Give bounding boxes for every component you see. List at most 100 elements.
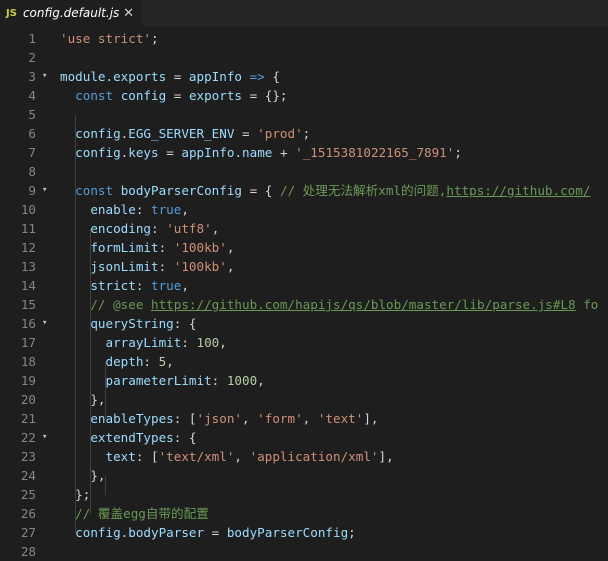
code-token: EGG_SERVER_ENV [128, 126, 235, 141]
line-number: 3 [28, 69, 36, 84]
code-text: queryString: { [60, 314, 197, 333]
code-token: { [264, 69, 280, 84]
code-token: module [60, 69, 106, 84]
fold-chevron-icon[interactable]: ▾ [42, 314, 47, 333]
code-text: const bodyParserConfig = { // 处理无法解析xml的… [60, 181, 590, 200]
code-text: formLimit: '100kb', [60, 238, 234, 257]
code-line[interactable]: 3 ▾ module.exports = appInfo => { [0, 67, 608, 86]
code-line[interactable]: 16 ▾ queryString: { [0, 314, 608, 333]
code-line[interactable]: 4 const config = exports = {}; [0, 86, 608, 105]
code-token: // 处理无法解析xml的问题, [279, 183, 447, 198]
code-text: // 覆盖egg自带的配置 [60, 504, 209, 523]
code-line[interactable]: 2 [0, 48, 608, 67]
line-number: 27 [20, 525, 36, 540]
code-line[interactable]: 28 [0, 542, 608, 561]
code-token: bodyParserConfig [120, 183, 243, 198]
code-line[interactable]: 25 }; [0, 485, 608, 504]
code-line[interactable]: 10 enable: true, [0, 200, 608, 219]
code-text: config.keys = appInfo.name + '_151538102… [60, 143, 462, 162]
code-line[interactable]: 21 enableTypes: ['json', 'form', 'text']… [0, 409, 608, 428]
line-number: 25 [20, 487, 36, 502]
line-number: 5 [28, 107, 36, 122]
code-token: depth [105, 354, 144, 369]
code-token: }, [60, 468, 106, 483]
code-token: , [234, 449, 250, 464]
code-line[interactable]: 27 config.bodyParser = bodyParserConfig; [0, 523, 608, 542]
code-token: ], [378, 449, 394, 464]
code-token: 'json' [196, 411, 243, 426]
code-token: queryString [90, 316, 174, 331]
code-token: keys [128, 145, 159, 160]
javascript-file-icon: JS [6, 7, 17, 19]
line-number: 21 [20, 411, 36, 426]
code-token: enable [90, 202, 136, 217]
code-line[interactable]: 9 ▾ const bodyParserConfig = { // 处理无法解析x… [0, 181, 608, 200]
code-text: }, [60, 466, 106, 485]
code-line[interactable]: 18 depth: 5, [0, 352, 608, 371]
url-link[interactable]: https://github.com/ [446, 183, 590, 198]
code-editor[interactable]: 1'use strict'; 2 3 ▾ module.exports = appInf… [0, 27, 608, 560]
editor-tab-config-default-js[interactable]: JS config.default.js ✕ [0, 0, 142, 26]
code-token: // 覆盖egg自带的配置 [75, 506, 209, 521]
code-line[interactable]: 5 [0, 105, 608, 124]
code-token: , [181, 202, 189, 217]
code-line[interactable]: 6 config.EGG_SERVER_ENV = 'prod'; [0, 124, 608, 143]
code-token: name [242, 145, 273, 160]
code-token: config [75, 126, 121, 141]
code-line[interactable]: 22 ▾ extendTypes: { [0, 428, 608, 447]
code-line[interactable]: 12 formLimit: '100kb', [0, 238, 608, 257]
code-line[interactable]: 24 }, [0, 466, 608, 485]
code-token: 'application/xml' [249, 449, 379, 464]
code-line[interactable]: 23 text: ['text/xml', 'application/xml']… [0, 447, 608, 466]
code-text: config.EGG_SERVER_ENV = 'prod'; [60, 124, 310, 143]
code-token: , [302, 411, 318, 426]
code-line[interactable]: 8 [0, 162, 608, 181]
code-line[interactable]: 13 jsonLimit: '100kb', [0, 257, 608, 276]
line-number: 17 [20, 335, 36, 350]
url-link[interactable]: https://github.com/hapijs/qs/blob/master… [151, 297, 576, 312]
code-token: , [242, 411, 258, 426]
code-line[interactable]: 20 }, [0, 390, 608, 409]
code-line[interactable]: 17 arrayLimit: 100, [0, 333, 608, 352]
code-token: , [219, 335, 227, 350]
code-token: text [105, 449, 136, 464]
code-line[interactable]: 1 'use strict'; [0, 29, 608, 48]
code-token: : [135, 202, 152, 217]
line-number: 22 [20, 430, 36, 445]
code-token: : { [173, 316, 197, 331]
code-text: parameterLimit: 1000, [60, 371, 265, 390]
code-token: : [211, 373, 227, 388]
fold-chevron-icon[interactable]: ▾ [42, 181, 47, 200]
code-line[interactable]: 7 config.keys = appInfo.name + '_1515381… [0, 143, 608, 162]
code-line[interactable]: 26 // 覆盖egg自带的配置 [0, 504, 608, 523]
code-token: formLimit [90, 240, 159, 255]
line-number: 23 [20, 449, 36, 464]
code-token: 'utf8' [166, 221, 212, 236]
line-number: 10 [20, 202, 36, 217]
line-number: 4 [28, 88, 36, 103]
fold-chevron-icon[interactable]: ▾ [42, 428, 47, 447]
code-token: true [151, 202, 182, 217]
line-number: 28 [20, 544, 36, 559]
tab-filename: config.default.js [22, 6, 120, 20]
line-number: 16 [20, 316, 36, 331]
close-tab-icon[interactable]: ✕ [123, 6, 134, 21]
code-line[interactable]: 14 strict: true, [0, 276, 608, 295]
line-number: 19 [20, 373, 36, 388]
code-line[interactable]: 15 // @see https://github.com/hapijs/qs/… [0, 295, 608, 314]
line-number: 7 [28, 145, 36, 160]
fold-chevron-icon[interactable]: ▾ [42, 67, 47, 86]
code-token: exports [188, 88, 243, 103]
code-token: // @see [90, 297, 152, 312]
code-line[interactable]: 19 parameterLimit: 1000, [0, 371, 608, 390]
line-number: 1 [28, 31, 36, 46]
code-line[interactable]: 11 encoding: 'utf8', [0, 219, 608, 238]
